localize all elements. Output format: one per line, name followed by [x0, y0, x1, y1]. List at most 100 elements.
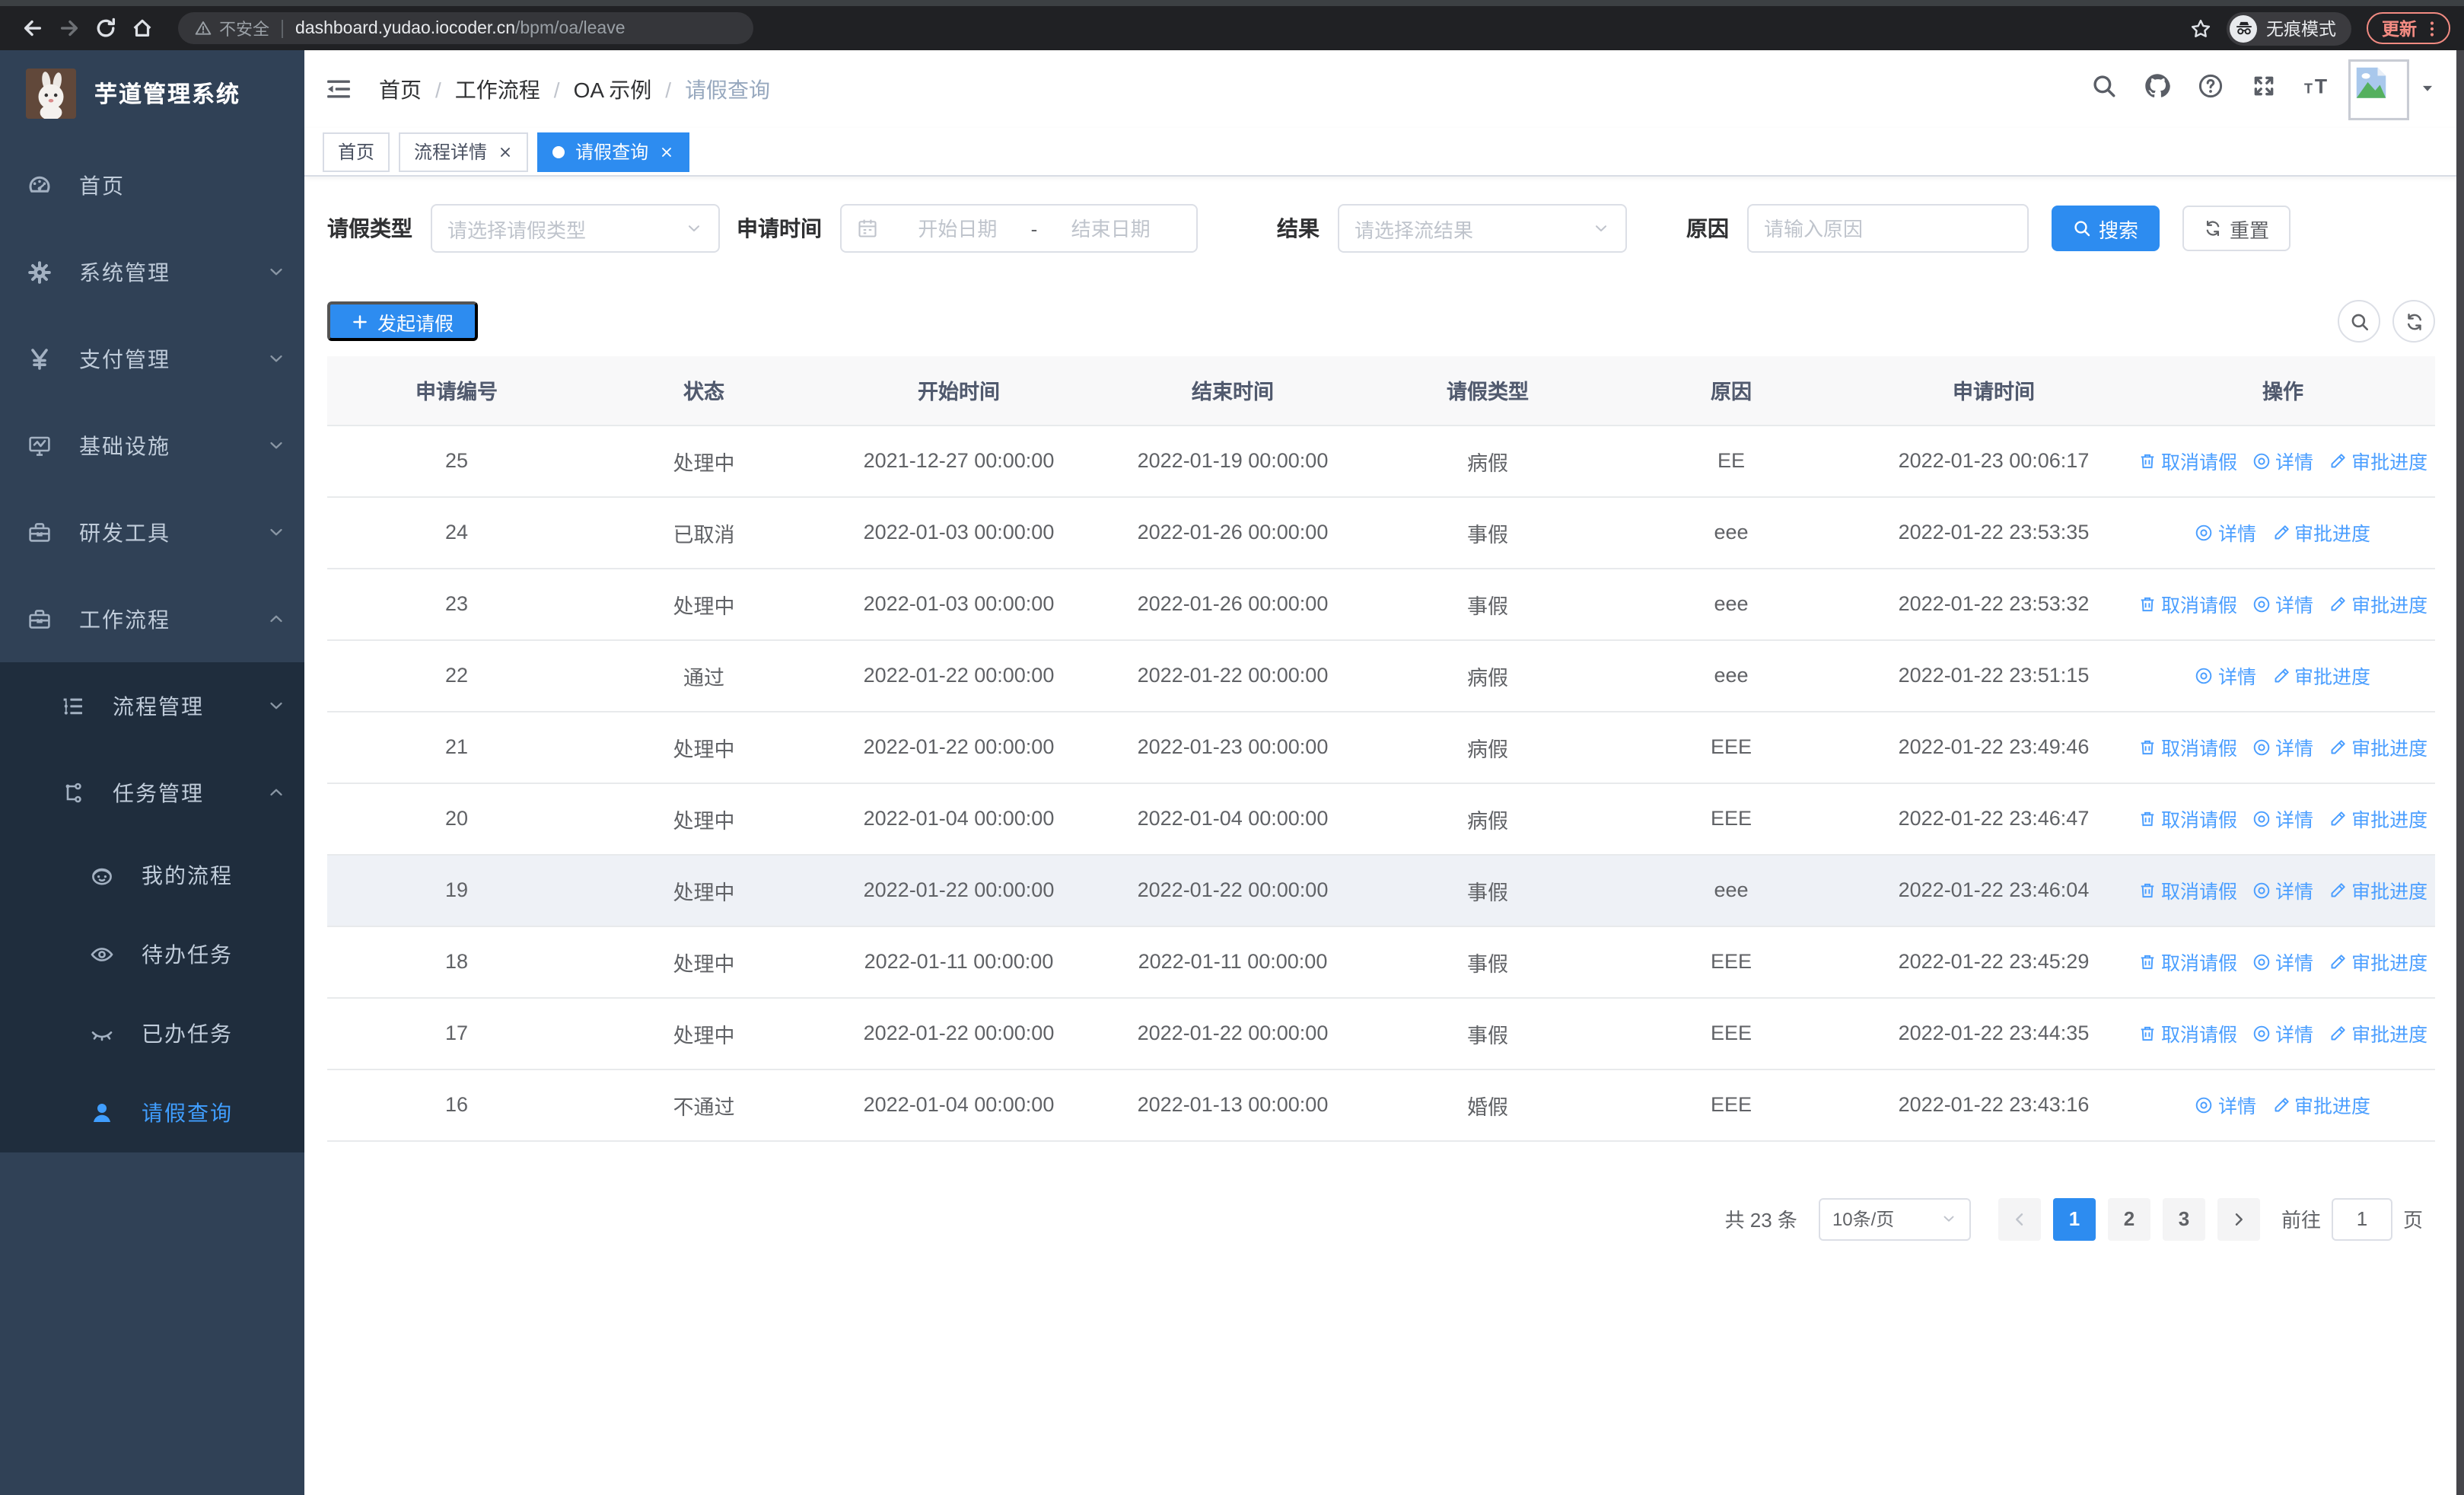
search-button[interactable]: 搜索 — [2052, 206, 2160, 251]
action-detail-link[interactable]: 详情 — [2252, 446, 2313, 475]
tab-home[interactable]: 首页 — [323, 132, 390, 171]
action-progress-link[interactable]: 审批进度 — [2271, 1090, 2370, 1119]
page-button-1[interactable]: 1 — [2052, 1197, 2096, 1240]
action-progress-link[interactable]: 审批进度 — [2329, 804, 2427, 833]
start-date-input[interactable] — [887, 217, 1028, 240]
apply-time-range-picker[interactable]: - — [840, 204, 1198, 253]
sidebar-item-done-task[interactable]: 已办任务 — [0, 994, 304, 1073]
action-detail-link[interactable]: 详情 — [2252, 875, 2313, 904]
sidebar-item-workflow[interactable]: 工作流程 — [0, 575, 304, 662]
reset-button[interactable]: 重置 — [2182, 206, 2291, 251]
action-label: 审批进度 — [2351, 1025, 2428, 1046]
address-bar[interactable]: 不安全 dashboard.yudao.iocoder.cn/bpm/oa/le… — [178, 12, 753, 44]
action-label: 详情 — [2275, 738, 2314, 760]
cell-apply: 2022-01-22 23:46:47 — [1857, 783, 2131, 855]
back-icon[interactable] — [14, 11, 50, 45]
action-progress-link[interactable]: 审批进度 — [2329, 732, 2427, 761]
page-button-3[interactable]: 3 — [2162, 1197, 2205, 1240]
sidebar-item-leave-query[interactable]: 请假查询 — [0, 1073, 304, 1152]
refresh-table-button[interactable] — [2392, 300, 2435, 343]
sidebar-item-my-process[interactable]: 我的流程 — [0, 836, 304, 915]
breadcrumb-item[interactable]: 工作流程 — [455, 74, 540, 104]
show-search-button[interactable] — [2338, 300, 2380, 343]
browser-update-button[interactable]: 更新 — [2367, 12, 2450, 44]
sidebar-collapse-icon[interactable] — [326, 76, 352, 102]
action-cancel-link[interactable]: 取消请假 — [2138, 732, 2237, 761]
action-label: 取消请假 — [2161, 953, 2238, 974]
sidebar-item-system[interactable]: 系统管理 — [0, 228, 304, 315]
forward-icon[interactable] — [50, 11, 87, 45]
bookmark-star-icon[interactable] — [2190, 18, 2211, 39]
result-select[interactable]: 请选择流结果 — [1338, 204, 1627, 253]
search-icon[interactable] — [2091, 72, 2117, 106]
action-detail-link[interactable]: 详情 — [2195, 1090, 2256, 1119]
action-cancel-link[interactable]: 取消请假 — [2138, 446, 2237, 475]
sidebar-item-todo-task[interactable]: 待办任务 — [0, 915, 304, 994]
fullscreen-icon[interactable] — [2251, 72, 2277, 106]
page-size-select[interactable]: 10条/页 — [1818, 1197, 1971, 1240]
action-progress-link[interactable]: 审批进度 — [2271, 518, 2370, 547]
action-cancel-link[interactable]: 取消请假 — [2138, 1018, 2237, 1047]
create-leave-button[interactable]: 发起请假 — [327, 301, 479, 341]
chevron-down-icon — [266, 262, 286, 282]
action-detail-link[interactable]: 详情 — [2252, 732, 2313, 761]
action-progress-link[interactable]: 审批进度 — [2329, 875, 2427, 904]
browser-scrollbar[interactable] — [2456, 50, 2464, 1495]
tab-leave-query[interactable]: 请假查询 — [537, 132, 690, 171]
prev-page-button[interactable] — [1998, 1197, 2041, 1240]
reload-icon[interactable] — [87, 11, 123, 45]
tab-process-detail[interactable]: 流程详情 — [399, 132, 529, 171]
sidebar-item-infra[interactable]: 基础设施 — [0, 402, 304, 489]
action-cancel-link[interactable]: 取消请假 — [2138, 947, 2237, 976]
close-icon[interactable] — [659, 144, 674, 159]
breadcrumb-item[interactable]: 首页 — [379, 74, 422, 104]
sidebar-item-process-mgmt[interactable]: 流程管理 — [0, 662, 304, 749]
action-progress-link[interactable]: 审批进度 — [2329, 446, 2427, 475]
breadcrumb-item[interactable]: OA 示例 — [574, 74, 652, 104]
action-cancel-link[interactable]: 取消请假 — [2138, 875, 2237, 904]
breadcrumb: 首页 / 工作流程 / OA 示例 / 请假查询 — [379, 74, 770, 104]
cell-id: 18 — [327, 926, 586, 998]
close-icon[interactable] — [498, 144, 513, 159]
action-detail-link[interactable]: 详情 — [2252, 1018, 2313, 1047]
browser-menu-icon[interactable] — [2423, 19, 2441, 37]
action-detail-link[interactable]: 详情 — [2195, 518, 2256, 547]
chevron-down-icon[interactable] — [2420, 75, 2435, 103]
action-label: 审批进度 — [2294, 1096, 2371, 1117]
sidebar-item-payment[interactable]: 支付管理 — [0, 315, 304, 402]
action-progress-link[interactable]: 审批进度 — [2329, 589, 2427, 618]
action-cancel-link[interactable]: 取消请假 — [2138, 804, 2237, 833]
edit-icon — [2271, 523, 2290, 541]
page-button-2[interactable]: 2 — [2107, 1197, 2150, 1240]
leave-type-select[interactable]: 请选择请假类型 — [431, 204, 720, 253]
avatar[interactable] — [2348, 59, 2409, 120]
sidebar-item-dev-tools[interactable]: 研发工具 — [0, 489, 304, 575]
action-cancel-link[interactable]: 取消请假 — [2138, 589, 2237, 618]
help-icon[interactable] — [2198, 72, 2224, 106]
next-page-button[interactable] — [2217, 1197, 2260, 1240]
eye-icon — [2195, 666, 2214, 684]
action-detail-link[interactable]: 详情 — [2195, 661, 2256, 690]
reason-input[interactable] — [1747, 204, 2029, 253]
fontsize-icon[interactable]: TT — [2304, 72, 2330, 106]
sidebar-item-label: 研发工具 — [79, 520, 170, 544]
action-progress-link[interactable]: 审批进度 — [2271, 661, 2370, 690]
sidebar-item-home[interactable]: 首页 — [0, 142, 304, 228]
github-icon[interactable] — [2144, 72, 2170, 106]
sidebar-item-task-mgmt[interactable]: 任务管理 — [0, 749, 304, 836]
action-progress-link[interactable]: 审批进度 — [2329, 1018, 2427, 1047]
app-logo[interactable]: 芋道管理系统 — [0, 50, 304, 135]
action-detail-link[interactable]: 详情 — [2252, 589, 2313, 618]
cell-id: 23 — [327, 568, 586, 640]
action-detail-link[interactable]: 详情 — [2252, 804, 2313, 833]
tabs-bar: 首页 流程详情 请假查询 — [304, 128, 2464, 177]
cell-id: 21 — [327, 711, 586, 783]
action-progress-link[interactable]: 审批进度 — [2329, 947, 2427, 976]
goto-page-input[interactable] — [2331, 1197, 2392, 1240]
eye-icon — [2252, 594, 2271, 613]
action-detail-link[interactable]: 详情 — [2252, 947, 2313, 976]
eye-icon — [2195, 523, 2214, 541]
home-icon[interactable] — [123, 11, 160, 45]
column-header: 状态 — [586, 356, 822, 426]
end-date-input[interactable] — [1040, 217, 1181, 240]
